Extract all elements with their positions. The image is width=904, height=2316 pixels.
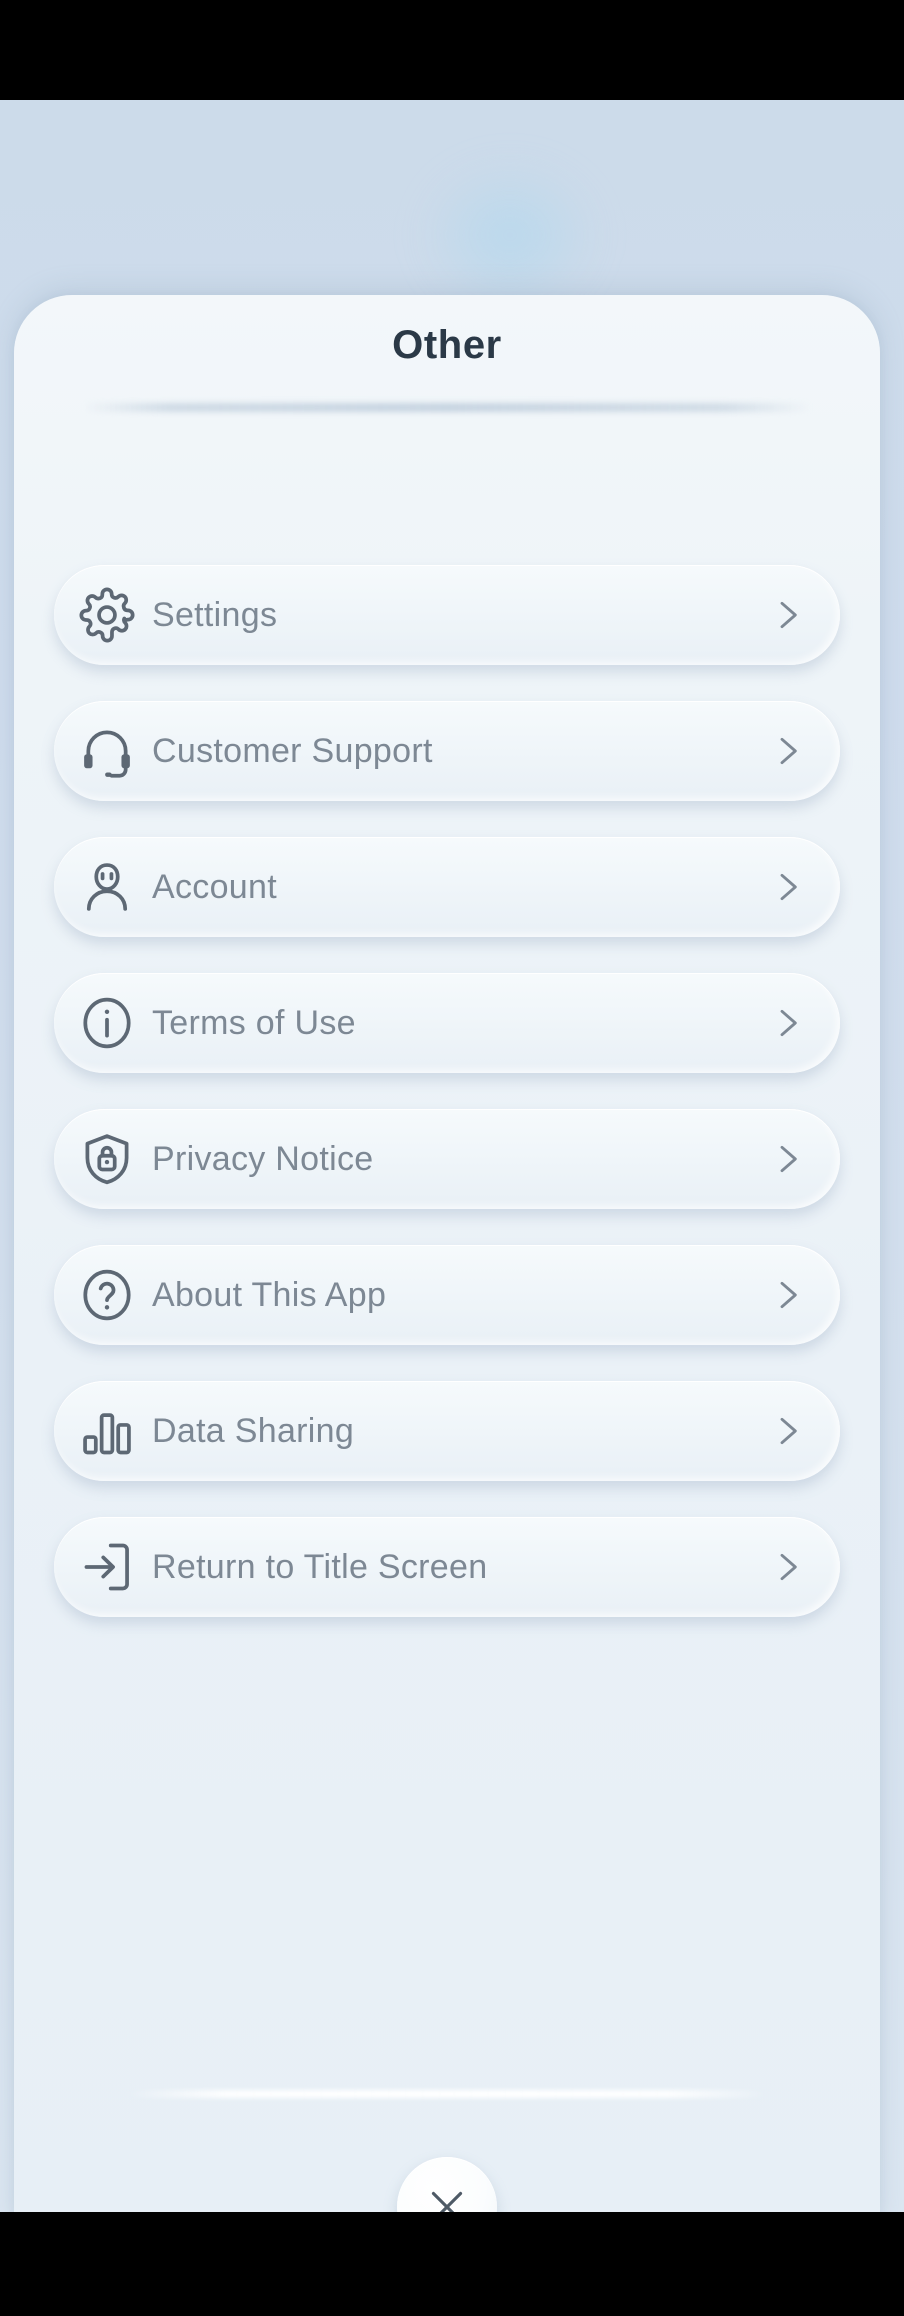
info-circle-icon (76, 992, 138, 1054)
menu-item-data-sharing[interactable]: Data Sharing (54, 1381, 840, 1481)
menu-item-terms-of-use[interactable]: Terms of Use (54, 973, 840, 1073)
close-button[interactable] (397, 2157, 497, 2212)
menu-item-customer-support[interactable]: Customer Support (54, 701, 840, 801)
menu-item-label: Settings (152, 595, 278, 634)
header-divider (84, 403, 810, 412)
chevron-right-icon (758, 722, 816, 780)
page-title: Other (392, 323, 502, 367)
menu-item-label: Data Sharing (152, 1411, 355, 1450)
other-menu-sheet: Other Settings Customer Support Account … (14, 295, 880, 2212)
chevron-right-icon (758, 1538, 816, 1596)
menu-item-privacy-notice[interactable]: Privacy Notice (54, 1109, 840, 1209)
menu-list: Settings Customer Support Account Terms … (54, 565, 840, 1617)
menu-item-settings[interactable]: Settings (54, 565, 840, 665)
chevron-right-icon (758, 994, 816, 1052)
chevron-right-icon (758, 1266, 816, 1324)
backdrop-glow (420, 160, 600, 310)
close-icon (431, 2191, 463, 2212)
footer-divider (124, 2090, 770, 2098)
letterbox-bottom (0, 2212, 904, 2316)
menu-item-label: Return to Title Screen (152, 1547, 488, 1586)
headset-icon (76, 720, 138, 782)
bar-chart-icon (76, 1400, 138, 1462)
menu-item-return-to-title-screen[interactable]: Return to Title Screen (54, 1517, 840, 1617)
chevron-right-icon (758, 858, 816, 916)
menu-item-label: Customer Support (152, 731, 433, 770)
chevron-right-icon (758, 586, 816, 644)
chevron-right-icon (758, 1130, 816, 1188)
letterbox-top (0, 0, 904, 100)
app-viewport: Other Settings Customer Support Account … (0, 100, 904, 2212)
menu-item-label: Privacy Notice (152, 1139, 374, 1178)
gear-icon (76, 584, 138, 646)
menu-item-label: Terms of Use (152, 1003, 356, 1042)
menu-item-about-this-app[interactable]: About This App (54, 1245, 840, 1345)
person-icon (76, 856, 138, 918)
question-circle-icon (76, 1264, 138, 1326)
exit-arrow-icon (76, 1536, 138, 1598)
menu-item-account[interactable]: Account (54, 837, 840, 937)
chevron-right-icon (758, 1402, 816, 1460)
app-screen: Other Settings Customer Support Account … (0, 0, 904, 2316)
menu-item-label: Account (152, 867, 277, 906)
shield-lock-icon (76, 1128, 138, 1190)
menu-item-label: About This App (152, 1275, 387, 1314)
